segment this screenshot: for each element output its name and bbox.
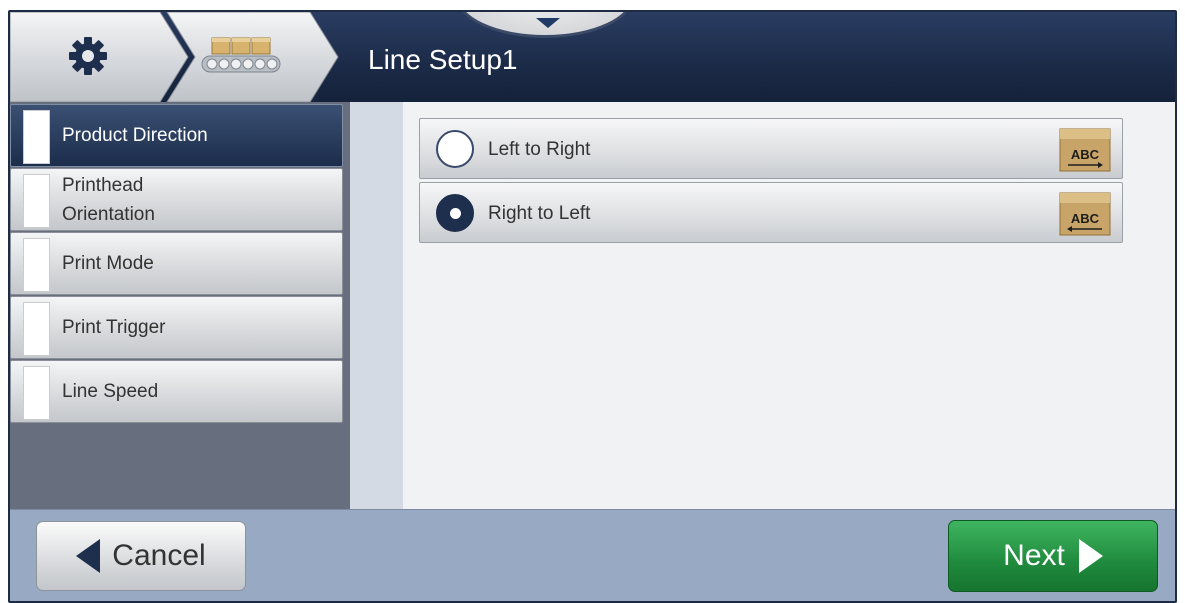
breadcrumb (10, 12, 345, 102)
sidebar: Product Direction Printhead Orientation … (10, 102, 350, 509)
main-content: Left to Right ABC Right to Left ABC (403, 102, 1175, 509)
divider-column (350, 102, 403, 509)
app-frame: Line Setup1 Product Direction Printhead … (0, 0, 1185, 603)
page-title: Line Setup1 (368, 44, 518, 75)
next-label: Next (1003, 539, 1065, 572)
option-label: Right to Left (488, 202, 591, 224)
cancel-label: Cancel (112, 539, 206, 572)
box-arrow-right-icon: ABC (1056, 127, 1114, 173)
option-left-to-right[interactable]: Left to Right ABC (419, 118, 1123, 179)
box-icon-text: ABC (1071, 147, 1100, 162)
pulldown-menu-button[interactable] (455, 12, 635, 38)
option-label: Left to Right (488, 138, 591, 160)
sidebar-item-label: Product Direction (62, 125, 208, 147)
header-bar: Line Setup1 (10, 12, 1175, 102)
item-marker (23, 302, 50, 356)
item-marker (23, 238, 50, 292)
screen: Line Setup1 Product Direction Printhead … (8, 10, 1177, 603)
sidebar-item-print-mode[interactable]: Print Mode (10, 232, 343, 295)
item-marker (23, 366, 50, 420)
sidebar-item-print-trigger[interactable]: Print Trigger (10, 296, 343, 359)
sidebar-item-label: Print Mode (62, 253, 154, 275)
footer-bar: Cancel Next (10, 509, 1175, 601)
conveyor-icon[interactable] (198, 32, 284, 80)
sidebar-item-product-direction[interactable]: Product Direction (10, 104, 343, 167)
radio-left-to-right[interactable] (436, 130, 474, 168)
option-right-to-left[interactable]: Right to Left ABC (419, 182, 1123, 243)
sidebar-item-line-speed[interactable]: Line Speed (10, 360, 343, 423)
box-icon-text: ABC (1071, 211, 1100, 226)
sidebar-item-label: Line Speed (62, 381, 159, 403)
sidebar-item-label: Printhead Orientation (62, 175, 155, 225)
chevron-down-icon (536, 18, 560, 28)
radio-right-to-left[interactable] (436, 194, 474, 232)
item-marker (23, 110, 50, 164)
sidebar-item-label: Print Trigger (62, 317, 166, 339)
cancel-button[interactable]: Cancel (36, 521, 246, 591)
arrow-right-icon (1078, 539, 1103, 573)
gear-icon[interactable] (68, 36, 108, 76)
next-button[interactable]: Next (948, 520, 1158, 592)
item-marker (23, 174, 50, 228)
arrow-left-icon (76, 539, 101, 573)
box-arrow-left-icon: ABC (1056, 191, 1114, 237)
sidebar-item-printhead-orientation[interactable]: Printhead Orientation (10, 168, 343, 231)
